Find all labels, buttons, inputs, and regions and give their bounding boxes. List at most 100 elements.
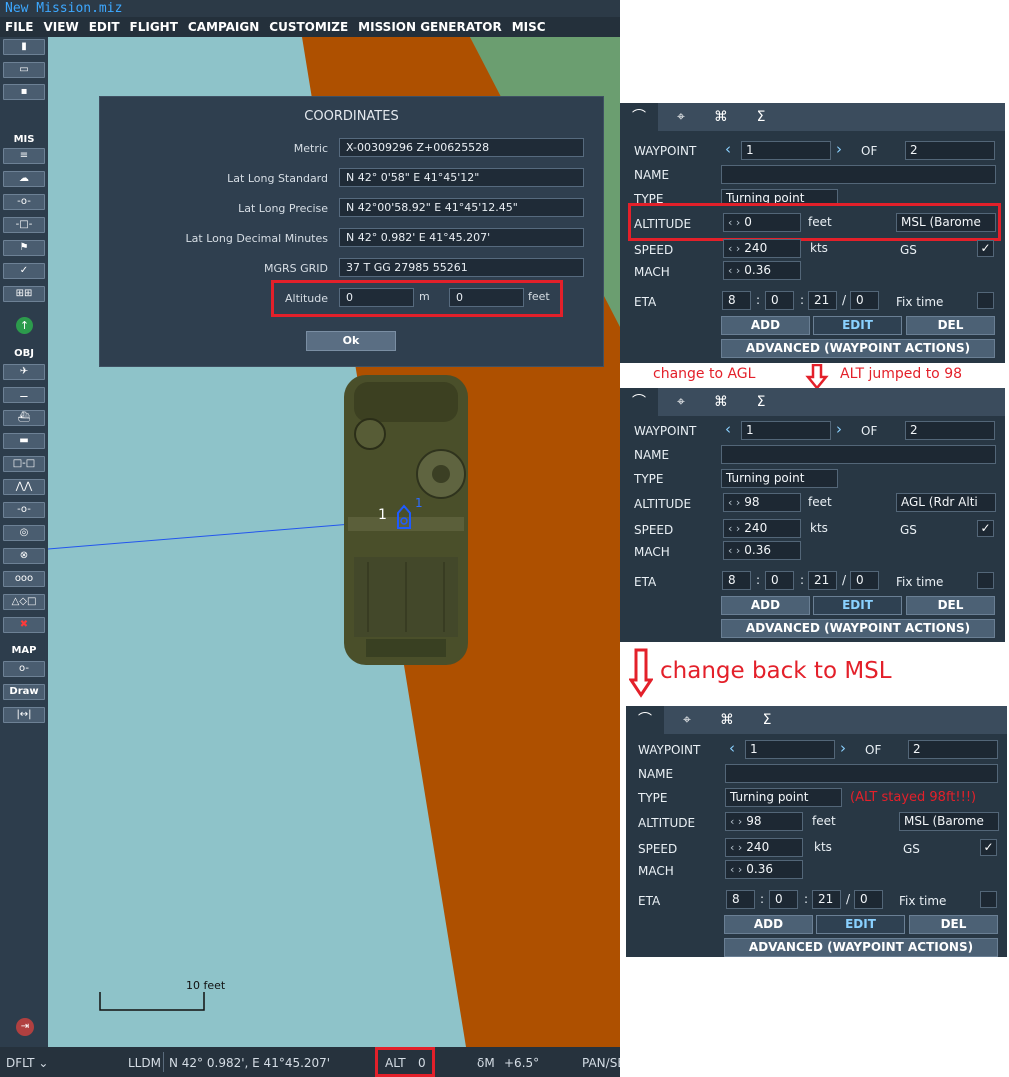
ruler-icon[interactable]: |↔|: [3, 707, 45, 723]
helicopter-icon[interactable]: ⚊: [3, 387, 45, 403]
menu-mission-generator[interactable]: MISSION GENERATOR: [353, 17, 507, 37]
eta-day[interactable]: 0: [854, 890, 883, 909]
gs-checkbox[interactable]: ✓: [977, 520, 994, 537]
gs-checkbox[interactable]: ✓: [977, 240, 994, 257]
prev-waypoint-icon[interactable]: ‹: [729, 739, 735, 757]
menu-misc[interactable]: MISC: [507, 17, 551, 37]
eta-seconds[interactable]: 21: [808, 291, 837, 310]
commands-tab-icon[interactable]: ⌘: [708, 706, 746, 734]
pan-mode[interactable]: PAN/SE: [582, 1056, 620, 1070]
airfield-icon[interactable]: ⋀⋀: [3, 479, 45, 495]
menu-flight[interactable]: FLIGHT: [125, 17, 183, 37]
menu-customize[interactable]: CUSTOMIZE: [264, 17, 353, 37]
summary-tab-icon[interactable]: Σ: [748, 706, 786, 734]
mach-spinner[interactable]: ‹ › 0.36: [723, 541, 801, 560]
advanced-button[interactable]: ADVANCED (WAYPOINT ACTIONS): [724, 938, 998, 957]
ship-icon[interactable]: ⛴: [3, 410, 45, 426]
commands-tab-icon[interactable]: ⌘: [702, 388, 740, 416]
commands-tab-icon[interactable]: ⌘: [702, 103, 740, 131]
fixtime-checkbox[interactable]: [977, 572, 994, 589]
eta-minutes[interactable]: 0: [769, 890, 798, 909]
type-select[interactable]: Turning point: [721, 469, 838, 488]
altitude-reference-select[interactable]: AGL (Rdr Alti: [896, 493, 996, 512]
eta-seconds[interactable]: 21: [808, 571, 837, 590]
name-field[interactable]: [721, 445, 996, 464]
eta-hours[interactable]: 8: [726, 890, 755, 909]
next-waypoint-icon[interactable]: ›: [836, 140, 842, 158]
lat-long-precise-field[interactable]: N 42°00'58.92" E 41°45'12.45": [339, 198, 584, 217]
next-waypoint-icon[interactable]: ›: [836, 420, 842, 438]
route-icon[interactable]: -o-: [3, 194, 45, 210]
advanced-button[interactable]: ADVANCED (WAYPOINT ACTIONS): [721, 339, 995, 358]
mach-spinner[interactable]: ‹ › 0.36: [725, 860, 803, 879]
target-tab-icon[interactable]: ⌖: [662, 388, 700, 416]
layout-dropdown[interactable]: DFLT ⌄: [6, 1056, 48, 1070]
eta-seconds[interactable]: 21: [812, 890, 841, 909]
advanced-button[interactable]: ADVANCED (WAYPOINT ACTIONS): [721, 619, 995, 638]
menu-campaign[interactable]: CAMPAIGN: [183, 17, 264, 37]
eta-hours[interactable]: 8: [722, 291, 751, 310]
prev-waypoint-icon[interactable]: ‹: [725, 140, 731, 158]
name-field[interactable]: [725, 764, 998, 783]
target-tab-icon[interactable]: ⌖: [662, 103, 700, 131]
metric-field[interactable]: X-00309296 Z+00625528: [339, 138, 584, 157]
lat-long-standard-field[interactable]: N 42° 0'58" E 41°45'12": [339, 168, 584, 187]
del-button[interactable]: DEL: [909, 915, 998, 934]
add-button[interactable]: ADD: [724, 915, 813, 934]
aircraft-icon[interactable]: ✈: [3, 364, 45, 380]
check-icon[interactable]: ✓: [3, 263, 45, 279]
menu-edit[interactable]: EDIT: [84, 17, 125, 37]
waypoint-select[interactable]: 1: [741, 141, 831, 160]
group-boxes-icon[interactable]: ⊞⊞: [3, 286, 45, 302]
route-tab-icon[interactable]: ⌒: [620, 103, 658, 131]
prev-waypoint-icon[interactable]: ‹: [725, 420, 731, 438]
fixtime-checkbox[interactable]: [977, 292, 994, 309]
altitude-spinner[interactable]: ‹ › 98: [725, 812, 803, 831]
speed-spinner[interactable]: ‹ › 240: [723, 519, 801, 538]
ok-button[interactable]: Ok: [306, 331, 396, 351]
altitude-reference-select[interactable]: MSL (Barome: [899, 812, 999, 831]
up-arrow-icon[interactable]: ↑: [16, 317, 33, 334]
altitude-ft-field[interactable]: 0: [449, 288, 524, 307]
next-waypoint-icon[interactable]: ›: [840, 739, 846, 757]
coord-format[interactable]: LLDM: [128, 1056, 161, 1070]
key-icon[interactable]: o-: [3, 661, 45, 677]
waypoint-select[interactable]: 1: [741, 421, 831, 440]
trigger-zone-icon[interactable]: -□-: [3, 217, 45, 233]
route-tab-icon[interactable]: ⌒: [626, 706, 664, 734]
route-tab-icon[interactable]: ⌒: [620, 388, 658, 416]
mission-info-icon[interactable]: ≡: [3, 148, 45, 164]
menu-file[interactable]: FILE: [0, 17, 39, 37]
eta-hours[interactable]: 8: [722, 571, 751, 590]
eta-day[interactable]: 0: [850, 291, 879, 310]
summary-tab-icon[interactable]: Σ: [742, 103, 780, 131]
altitude-spinner[interactable]: ‹ › 98: [723, 493, 801, 512]
exit-icon[interactable]: ⇥: [16, 1018, 34, 1036]
mach-spinner[interactable]: ‹ › 0.36: [723, 261, 801, 280]
new-file-icon[interactable]: ▮: [3, 39, 45, 55]
gs-checkbox[interactable]: ✓: [980, 839, 997, 856]
delete-icon[interactable]: ✖: [3, 617, 45, 633]
static-object-icon[interactable]: □-□: [3, 456, 45, 472]
target-icon[interactable]: ◎: [3, 525, 45, 541]
add-button[interactable]: ADD: [721, 316, 810, 335]
draw-button[interactable]: Draw: [3, 684, 45, 700]
speed-spinner[interactable]: ‹ › 240: [723, 239, 801, 258]
del-button[interactable]: DEL: [906, 316, 995, 335]
menu-view[interactable]: VIEW: [39, 17, 84, 37]
eta-minutes[interactable]: 0: [765, 291, 794, 310]
ground-unit-icon[interactable]: ▬: [3, 433, 45, 449]
weather-cloud-icon[interactable]: ☁: [3, 171, 45, 187]
fixtime-checkbox[interactable]: [980, 891, 997, 908]
open-folder-icon[interactable]: ▭: [3, 62, 45, 78]
altitude-m-field[interactable]: 0: [339, 288, 414, 307]
waypoint-select[interactable]: 1: [745, 740, 835, 759]
eta-day[interactable]: 0: [850, 571, 879, 590]
type-select[interactable]: Turning point: [725, 788, 842, 807]
shapes-icon[interactable]: △◇□: [3, 594, 45, 610]
edit-button[interactable]: EDIT: [813, 316, 902, 335]
waypoint-icon[interactable]: -o-: [3, 502, 45, 518]
altitude-reference-select[interactable]: MSL (Barome: [896, 213, 996, 232]
add-button[interactable]: ADD: [721, 596, 810, 615]
name-field[interactable]: [721, 165, 996, 184]
